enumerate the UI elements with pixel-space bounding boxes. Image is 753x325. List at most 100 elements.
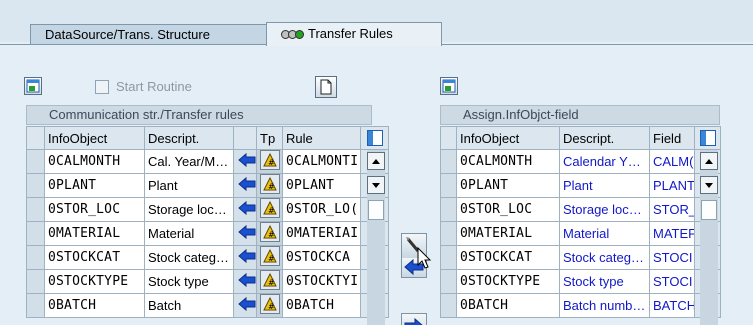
assign-arrow-button[interactable] (233, 197, 257, 222)
table-row[interactable]: 0PLANT Plant PLANT (440, 173, 721, 198)
row-selector[interactable] (26, 269, 45, 294)
row-selector[interactable] (26, 149, 45, 174)
row-selector[interactable] (440, 245, 457, 270)
column-header-infoobject[interactable]: InfoObject (44, 126, 145, 150)
scroll-down-button[interactable] (700, 176, 718, 194)
row-selector[interactable] (440, 149, 457, 174)
start-routine-checkbox[interactable] (95, 80, 109, 94)
table-row[interactable]: 0PLANT Plant #0PLANT (26, 173, 389, 198)
row-selector[interactable] (440, 173, 457, 198)
rule-type-button[interactable]: # (256, 149, 283, 174)
right-table-settings-button[interactable] (440, 77, 458, 95)
assign-arrow-button[interactable] (233, 149, 257, 174)
table-row[interactable]: 0CALMONTH Calendar Y… CALM( (440, 149, 721, 174)
row-selector[interactable] (440, 197, 457, 222)
infoobject-cell[interactable]: 0STOCKCAT (456, 245, 560, 270)
arrow-left-icon (238, 200, 256, 216)
table-row[interactable]: 0BATCH Batch numb… BATCH (440, 293, 721, 318)
table-row[interactable]: 0MATERIAL Material MATEF (440, 221, 721, 246)
column-header-descript[interactable]: Descript. (559, 126, 650, 150)
infoobject-cell[interactable]: 0BATCH (44, 293, 145, 318)
infoobject-cell[interactable]: 0STOCKCAT (44, 245, 145, 270)
field-cell[interactable]: PLANT (649, 173, 695, 198)
field-cell[interactable]: STOR_ (649, 197, 695, 222)
infoobject-cell[interactable]: 0BATCH (456, 293, 560, 318)
table-row[interactable]: 0STOCKCAT Stock categ… STOCI (440, 245, 721, 270)
assign-arrow-button[interactable] (233, 173, 257, 198)
assign-arrow-button[interactable] (233, 221, 257, 246)
scroll-up-button[interactable] (700, 152, 718, 170)
row-selector[interactable] (26, 221, 45, 246)
rule-type-button[interactable]: # (256, 245, 283, 270)
table-row[interactable]: 0STOR_LOC Storage loc… #0STOR_LO( (26, 197, 389, 222)
select-all-cell[interactable] (26, 126, 45, 150)
scroll-up-button[interactable] (367, 152, 385, 170)
column-header-field[interactable]: Field (649, 126, 695, 150)
row-selector[interactable] (440, 293, 457, 318)
assign-arrow-button[interactable] (233, 269, 257, 294)
rule-cell[interactable]: 0STOCKTYI (282, 269, 361, 294)
transfer-right-button[interactable] (401, 313, 427, 325)
infoobject-cell[interactable]: 0MATERIAL (44, 221, 145, 246)
infoobject-cell[interactable]: 0CALMONTH (44, 149, 145, 174)
column-header-infoobject[interactable]: InfoObject (456, 126, 560, 150)
infoobject-cell[interactable]: 0STOR_LOC (456, 197, 560, 222)
right-table-scrollbar[interactable] (700, 150, 718, 325)
infoobject-cell[interactable]: 0PLANT (456, 173, 560, 198)
table-row[interactable]: 0STOR_LOC Storage loc… STOR_ (440, 197, 721, 222)
create-routine-button[interactable] (315, 76, 337, 98)
left-table-settings-button[interactable] (24, 77, 42, 95)
row-selector[interactable] (26, 245, 45, 270)
description-cell: Stock categ… (559, 245, 650, 270)
transfer-rules-table: InfoObject Descript. Tp Rule 0CALMONTH Ca… (26, 126, 389, 318)
table-config-button[interactable] (360, 126, 389, 150)
row-selector[interactable] (440, 269, 457, 294)
rule-type-button[interactable]: # (256, 173, 283, 198)
row-selector[interactable] (26, 197, 45, 222)
table-row[interactable]: 0STOCKTYPE Stock type #0STOCKTYI (26, 269, 389, 294)
assign-arrow-button[interactable] (233, 245, 257, 270)
field-cell[interactable]: MATEF (649, 221, 695, 246)
infoobject-cell[interactable]: 0PLANT (44, 173, 145, 198)
rule-type-button[interactable]: # (256, 221, 283, 246)
infoobject-cell[interactable]: 0STOR_LOC (44, 197, 145, 222)
table-row[interactable]: 0BATCH Batch #0BATCH (26, 293, 389, 318)
infoobject-cell[interactable]: 0STOCKTYPE (44, 269, 145, 294)
table-row[interactable]: 0STOCKCAT Stock categ… #0STOCKCA (26, 245, 389, 270)
row-selector[interactable] (26, 293, 45, 318)
table-config-button[interactable] (694, 126, 721, 150)
column-header-rule[interactable]: Rule (282, 126, 361, 150)
select-all-cell[interactable] (440, 126, 457, 150)
scroll-down-button[interactable] (367, 176, 385, 194)
assign-arrow-button[interactable] (233, 293, 257, 318)
field-cell[interactable]: BATCH (649, 293, 695, 318)
column-header-tp[interactable]: Tp (256, 126, 283, 150)
rule-type-button[interactable]: # (256, 197, 283, 222)
rule-cell[interactable]: 0CALMONTI (282, 149, 361, 174)
row-selector[interactable] (26, 173, 45, 198)
infoobject-cell[interactable]: 0CALMONTH (456, 149, 560, 174)
arrow-left-icon (238, 296, 256, 312)
table-row[interactable]: 0CALMONTH Cal. Year/M… #0CALMONTI (26, 149, 389, 174)
rule-cell[interactable]: 0STOCKCA (282, 245, 361, 270)
row-selector[interactable] (440, 221, 457, 246)
rule-type-button[interactable]: # (256, 293, 283, 318)
scroll-thumb[interactable] (368, 200, 384, 220)
rule-cell[interactable]: 0MATERIAI (282, 221, 361, 246)
table-row[interactable]: 0MATERIAL Material #0MATERIAI (26, 221, 389, 246)
infoobject-cell[interactable]: 0MATERIAL (456, 221, 560, 246)
rule-cell[interactable]: 0STOR_LO( (282, 197, 361, 222)
table-row[interactable]: 0STOCKTYPE Stock type STOCI (440, 269, 721, 294)
field-cell[interactable]: CALM( (649, 149, 695, 174)
tab-transfer-rules[interactable]: Transfer Rules (266, 22, 442, 46)
rule-cell[interactable]: 0BATCH (282, 293, 361, 318)
tab-datasource-structure[interactable]: DataSource/Trans. Structure (30, 24, 274, 44)
scroll-thumb[interactable] (701, 200, 717, 220)
left-table-scrollbar[interactable] (367, 150, 385, 325)
rule-type-button[interactable]: # (256, 269, 283, 294)
field-cell[interactable]: STOCI (649, 245, 695, 270)
column-header-descript[interactable]: Descript. (144, 126, 234, 150)
rule-cell[interactable]: 0PLANT (282, 173, 361, 198)
infoobject-cell[interactable]: 0STOCKTYPE (456, 269, 560, 294)
field-cell[interactable]: STOCI (649, 269, 695, 294)
